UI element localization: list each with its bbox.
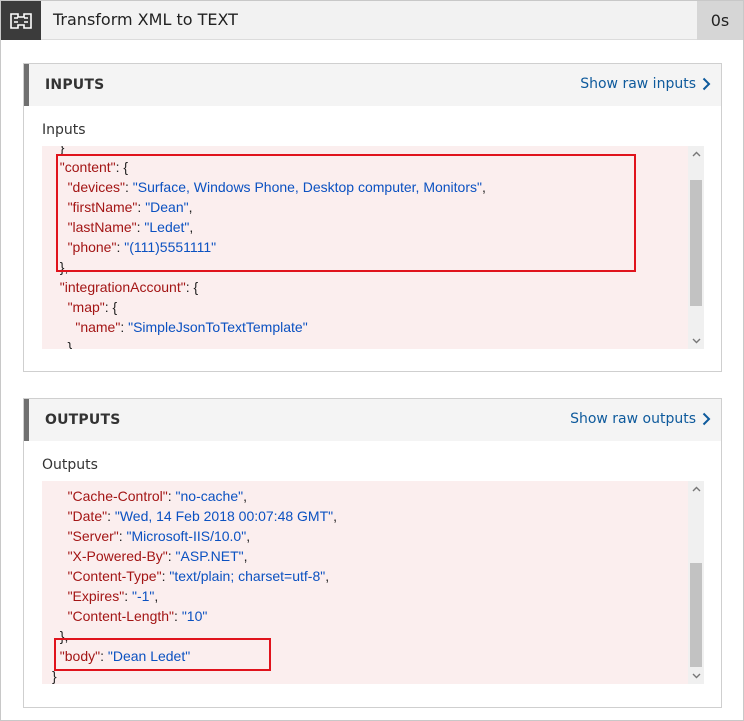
code-line: "firstName": "Dean", xyxy=(67,199,193,215)
code-line: "integrationAccount": { xyxy=(59,279,199,295)
inputs-code-viewer[interactable]: } "content": { "devices": "Surface, Wind… xyxy=(42,146,704,349)
duration-badge: 0s xyxy=(697,1,743,40)
code-line: "phone": "(111)5551111" xyxy=(67,239,217,255)
outputs-scrollbar[interactable] xyxy=(688,481,704,684)
action-title: Transform XML to TEXT xyxy=(53,10,238,29)
inputs-scroll-thumb[interactable] xyxy=(690,180,702,306)
show-raw-outputs-link[interactable]: Show raw outputs xyxy=(570,411,711,427)
inputs-panel: INPUTS Show raw inputs Inputs } "content… xyxy=(23,63,722,372)
show-raw-outputs-label: Show raw outputs xyxy=(570,411,696,427)
inputs-scrollbar[interactable] xyxy=(688,146,704,349)
inputs-label: Inputs xyxy=(42,122,86,138)
chevron-right-icon xyxy=(702,412,711,426)
code-line: "Content-Length": "10" xyxy=(67,608,208,624)
code-line: "Server": "Microsoft-IIS/10.0", xyxy=(67,528,251,544)
transform-icon xyxy=(1,1,41,40)
code-line: "content": { xyxy=(59,159,129,175)
code-line: "X-Powered-By": "ASP.NET", xyxy=(67,548,248,564)
outputs-panel-header: OUTPUTS Show raw outputs xyxy=(24,399,721,441)
outputs-scroll-thumb[interactable] xyxy=(690,563,702,667)
outputs-code: "Cache-Control": "no-cache", "Date": "We… xyxy=(42,486,688,684)
code-line: "Expires": "-1", xyxy=(67,588,159,604)
code-line: } xyxy=(52,339,73,349)
scroll-up-icon[interactable] xyxy=(688,481,704,497)
show-raw-inputs-link[interactable]: Show raw inputs xyxy=(580,76,711,92)
code-line: } xyxy=(52,668,57,684)
inputs-panel-title: INPUTS xyxy=(45,77,105,93)
code-line: "map": { xyxy=(67,299,118,315)
code-line: "lastName": "Ledet", xyxy=(67,219,194,235)
scroll-down-icon[interactable] xyxy=(688,333,704,349)
outputs-code-viewer[interactable]: "Cache-Control": "no-cache", "Date": "We… xyxy=(42,481,704,684)
code-line: "Cache-Control": "no-cache", xyxy=(67,488,247,504)
outputs-panel-title: OUTPUTS xyxy=(45,412,121,428)
outputs-label: Outputs xyxy=(42,457,98,473)
inputs-panel-header: INPUTS Show raw inputs xyxy=(24,64,721,106)
action-card: Transform XML to TEXT 0s INPUTS Show raw… xyxy=(0,0,744,721)
code-line: "name": "SimpleJsonToTextTemplate" xyxy=(75,319,308,335)
code-line: "Content-Type": "text/plain; charset=utf… xyxy=(67,568,330,584)
chevron-right-icon xyxy=(702,77,711,91)
code-line: "body": "Dean Ledet" xyxy=(59,648,191,664)
scroll-up-icon[interactable] xyxy=(688,146,704,162)
code-line: "devices": "Surface, Windows Phone, Desk… xyxy=(67,179,486,195)
outputs-panel: OUTPUTS Show raw outputs Outputs "Cache-… xyxy=(23,398,722,708)
inputs-code: } "content": { "devices": "Surface, Wind… xyxy=(42,146,688,349)
code-line: }, xyxy=(52,259,69,275)
action-header[interactable]: Transform XML to TEXT 0s xyxy=(1,1,743,40)
code-line: } xyxy=(52,146,65,155)
code-line: "Date": "Wed, 14 Feb 2018 00:07:48 GMT", xyxy=(67,508,338,524)
scroll-down-icon[interactable] xyxy=(688,668,704,684)
show-raw-inputs-label: Show raw inputs xyxy=(580,76,696,92)
code-line: }, xyxy=(52,628,69,644)
